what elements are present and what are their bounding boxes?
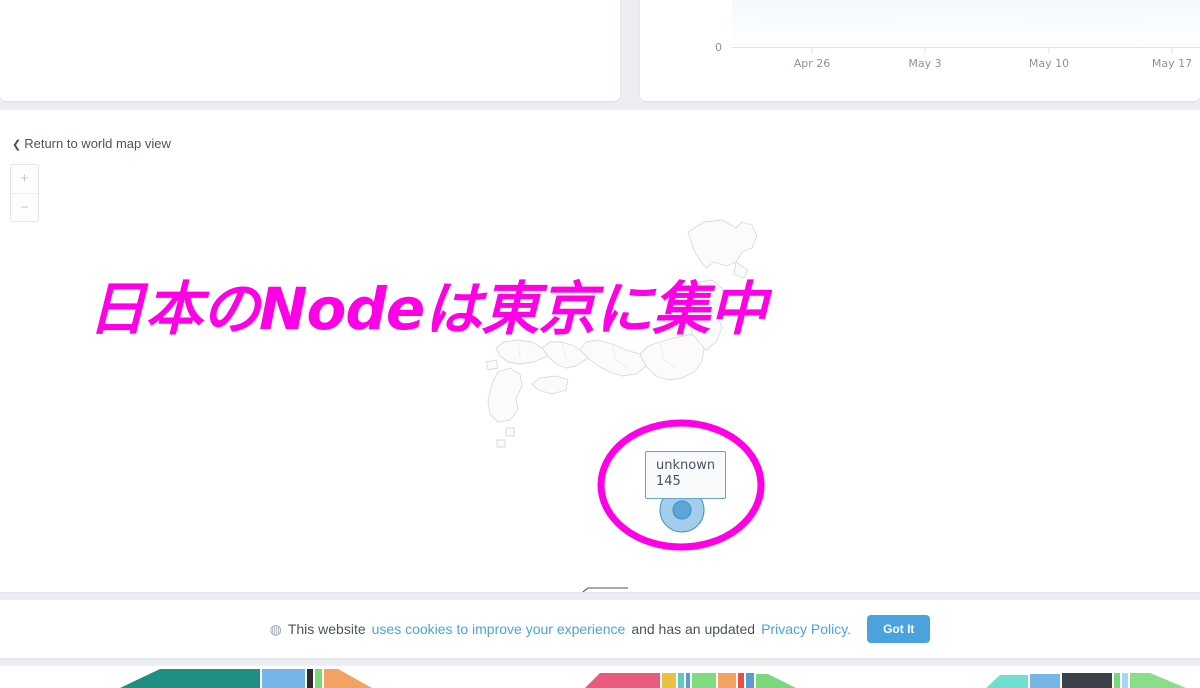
marker-inner-circle bbox=[672, 500, 692, 520]
got-it-button[interactable]: Got It bbox=[867, 615, 931, 643]
pie-slice[interactable] bbox=[756, 674, 796, 688]
x-axis-tick-label: May 10 bbox=[1029, 57, 1069, 70]
tooltip-value: 145 bbox=[656, 474, 681, 490]
region-island-small[interactable] bbox=[496, 439, 506, 448]
x-axis-tick-label: May 17 bbox=[1152, 57, 1192, 70]
pie-slice[interactable] bbox=[692, 673, 716, 688]
x-axis-tick-label: May 3 bbox=[908, 57, 941, 70]
pie-slice[interactable] bbox=[585, 673, 660, 688]
pie-slice[interactable] bbox=[1062, 673, 1112, 688]
cookie-text-middle: and has an updated bbox=[631, 621, 756, 637]
privacy-policy-link[interactable]: Privacy Policy. bbox=[761, 621, 851, 637]
region-hokkaido[interactable] bbox=[687, 219, 758, 269]
pie-slice[interactable] bbox=[662, 673, 676, 688]
pie-left[interactable] bbox=[120, 669, 372, 688]
japan-map-svg[interactable] bbox=[0, 110, 1200, 592]
country-table-panel: 7 8 Canada 138(2.40%) ▲1.47 bbox=[0, 0, 620, 101]
strip-divider bbox=[0, 665, 1200, 666]
pie-slice[interactable] bbox=[738, 673, 744, 688]
pie-slice[interactable] bbox=[120, 669, 260, 688]
pie-slice[interactable] bbox=[315, 669, 322, 688]
region-shikoku[interactable] bbox=[531, 375, 569, 395]
cookie-consent-bar: ◍ This website uses cookies to improve y… bbox=[0, 600, 1200, 658]
pie-slice[interactable] bbox=[986, 675, 1028, 688]
pie-slice[interactable] bbox=[262, 669, 305, 688]
cookie-policy-link[interactable]: uses cookies to improve your experience bbox=[372, 621, 626, 637]
region-island-small[interactable] bbox=[505, 427, 515, 437]
map-tooltip: unknown 145 bbox=[645, 451, 727, 499]
pie-slice[interactable] bbox=[1030, 674, 1060, 688]
pie-slice[interactable] bbox=[718, 673, 736, 688]
pie-right[interactable] bbox=[986, 673, 1186, 688]
pie-slice[interactable] bbox=[686, 673, 690, 688]
region-island-small[interactable] bbox=[485, 359, 499, 371]
x-axis-tick-label: Apr 26 bbox=[794, 57, 831, 70]
tooltip-label: unknown bbox=[656, 458, 716, 473]
app-root: 7 8 Canada 138(2.40%) ▲1.47 bbox=[0, 0, 1200, 688]
pie-charts-strip bbox=[0, 665, 1200, 688]
pies-svg bbox=[120, 669, 1186, 688]
cookie-icon: ◍ bbox=[269, 620, 282, 637]
area-chart-svg: 0 Apr 26 May 3 May 10 May 17 bbox=[715, 0, 1200, 70]
pie-slice[interactable] bbox=[1122, 673, 1128, 688]
map-card: ❮ Return to world map view + − 日本のNodeは東… bbox=[0, 110, 1200, 592]
node-history-chart-panel: 0 Apr 26 May 3 May 10 May 17 bbox=[640, 0, 1200, 101]
pie-slice[interactable] bbox=[324, 669, 372, 688]
map-scale-bar bbox=[582, 587, 628, 592]
cookie-text-before: This website bbox=[287, 621, 366, 637]
pie-slice[interactable] bbox=[307, 669, 313, 688]
region-kyushu[interactable] bbox=[487, 367, 523, 423]
annotation-title: 日本のNodeは東京に集中 bbox=[88, 275, 767, 343]
area-series-fill bbox=[732, 0, 1200, 47]
chart-area: 0 Apr 26 May 3 May 10 May 17 bbox=[640, 0, 1200, 101]
pie-slice[interactable] bbox=[1114, 673, 1120, 688]
pie-slice[interactable] bbox=[746, 673, 754, 688]
pie-slice[interactable] bbox=[1130, 673, 1186, 688]
y-axis-tick-label: 0 bbox=[715, 41, 722, 54]
pie-slice[interactable] bbox=[678, 673, 684, 688]
cookie-message: ◍ This website uses cookies to improve y… bbox=[270, 621, 851, 638]
pie-middle[interactable] bbox=[585, 673, 796, 688]
